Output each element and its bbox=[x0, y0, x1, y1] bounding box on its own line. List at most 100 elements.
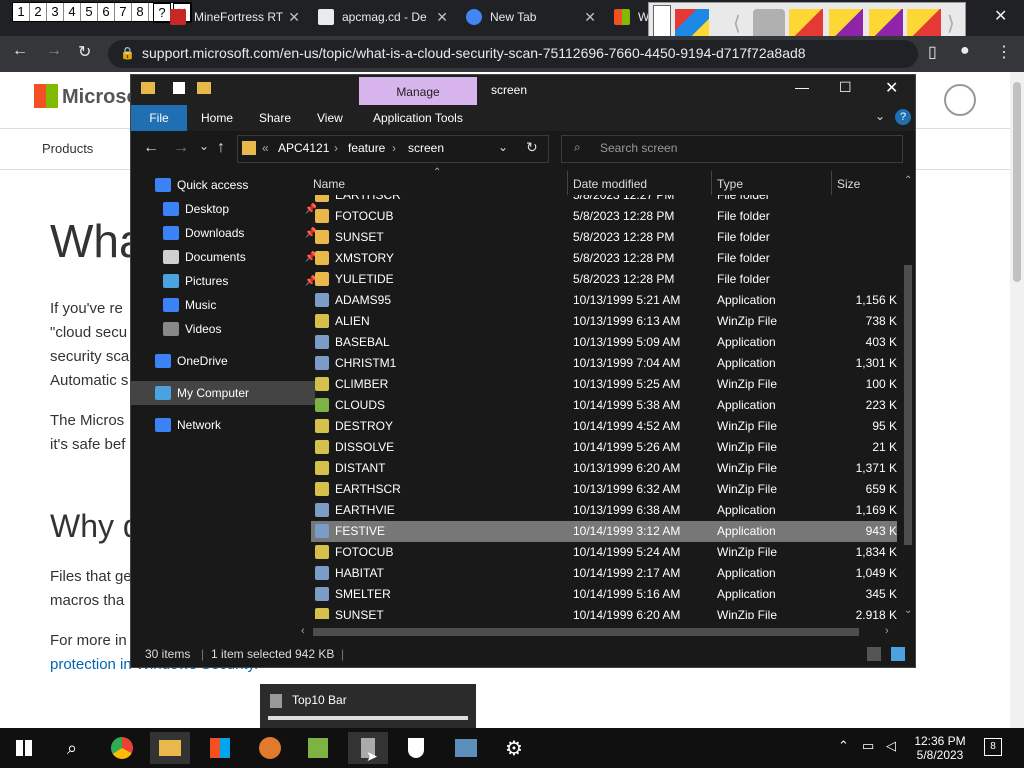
settings-taskbar-button[interactable]: ⚙ bbox=[494, 732, 534, 764]
close-tab-icon[interactable]: ✕ bbox=[436, 9, 448, 26]
file-row[interactable]: YULETIDE 5/8/2023 12:28 PM File folder bbox=[311, 269, 897, 290]
file-row[interactable]: FESTIVE 10/14/1999 3:12 AM Application 943 … bbox=[311, 521, 897, 542]
lock-icon[interactable]: 🔒 bbox=[120, 46, 135, 60]
help-icon[interactable]: ? bbox=[895, 109, 911, 125]
notifications-icon[interactable]: 8 bbox=[984, 738, 1002, 756]
vertical-scrollbar[interactable]: ⌃ ⌄ bbox=[901, 175, 913, 621]
file-row[interactable]: CLOUDS 10/14/1999 5:38 AM Application 223 K bbox=[311, 395, 897, 416]
profile-icon[interactable]: ● bbox=[960, 42, 970, 60]
security-taskbar-button[interactable] bbox=[396, 732, 436, 764]
number-button[interactable]: 7 bbox=[115, 3, 132, 21]
new-folder-icon[interactable] bbox=[197, 82, 211, 94]
file-explorer-taskbar-button[interactable] bbox=[150, 732, 190, 764]
scroll-thumb[interactable] bbox=[313, 628, 859, 636]
nav-item[interactable]: Network bbox=[131, 413, 315, 437]
column-header-date[interactable]: Date modified bbox=[573, 177, 647, 191]
column-header-name[interactable]: Name bbox=[313, 177, 345, 191]
properties-icon[interactable] bbox=[173, 82, 185, 94]
number-button[interactable]: 4 bbox=[64, 3, 81, 21]
file-row[interactable]: ADAMS95 10/13/1999 5:21 AM Application 1,15… bbox=[311, 290, 897, 311]
nav-item[interactable]: Music bbox=[131, 293, 323, 317]
arrow-right-icon[interactable]: ⟩ bbox=[947, 11, 955, 36]
reload-icon[interactable]: ↻ bbox=[78, 42, 91, 62]
nav-item[interactable]: Quick access bbox=[131, 173, 315, 197]
nav-item[interactable]: Videos bbox=[131, 317, 323, 341]
tab-view[interactable]: View bbox=[317, 111, 343, 125]
address-bar[interactable]: « APC4121 › feature › screen ⌄ ↻ bbox=[237, 135, 549, 163]
nav-item[interactable]: Pictures 📌 bbox=[131, 269, 323, 293]
address-crumb[interactable]: feature bbox=[348, 141, 385, 155]
tab-application-tools[interactable]: Application Tools bbox=[373, 111, 463, 125]
sidebar-icon[interactable]: ▯ bbox=[928, 42, 937, 62]
products-menu[interactable]: Products bbox=[42, 141, 93, 156]
expand-ribbon-icon[interactable]: ⌄ bbox=[875, 109, 885, 123]
nav-item[interactable]: OneDrive bbox=[131, 349, 315, 373]
app2-taskbar-button[interactable] bbox=[446, 732, 486, 764]
column-divider[interactable] bbox=[831, 171, 832, 195]
forward-button[interactable]: → bbox=[173, 139, 189, 157]
scroll-left-icon[interactable]: ‹ bbox=[301, 625, 305, 637]
tab-share[interactable]: Share bbox=[259, 111, 291, 125]
page-scrollbar[interactable] bbox=[1010, 72, 1024, 728]
recent-locations-icon[interactable]: ⌄ bbox=[199, 139, 209, 153]
address-crumb[interactable]: screen bbox=[408, 141, 444, 155]
file-row[interactable]: CHRISTM1 10/13/1999 7:04 AM Application 1,3… bbox=[311, 353, 897, 374]
file-row[interactable]: SUNSET 10/14/1999 6:20 AM WinZip File 2,918… bbox=[311, 605, 897, 619]
file-row[interactable]: EARTHVIE 10/13/1999 6:38 AM Application 1,1… bbox=[311, 500, 897, 521]
minimize-button[interactable]: — bbox=[795, 79, 809, 95]
horizontal-scrollbar[interactable]: ‹ › bbox=[297, 625, 901, 639]
scroll-right-icon[interactable]: › bbox=[885, 625, 889, 637]
store-taskbar-button[interactable] bbox=[200, 732, 240, 764]
column-divider[interactable] bbox=[567, 171, 568, 195]
maximize-button[interactable]: ☐ bbox=[839, 79, 852, 96]
number-button[interactable]: 6 bbox=[98, 3, 115, 21]
file-row[interactable]: FOTOCUB 5/8/2023 12:28 PM File folder bbox=[311, 206, 897, 227]
address-crumb[interactable]: APC4121 bbox=[278, 141, 329, 155]
file-row[interactable]: DISTANT 10/13/1999 6:20 AM WinZip File 1,37… bbox=[311, 458, 897, 479]
number-button[interactable]: 8 bbox=[132, 3, 149, 21]
tab-apcmag[interactable]: apcmag.cd - De ✕ bbox=[318, 0, 458, 34]
number-button[interactable]: 3 bbox=[47, 3, 64, 21]
column-header-size[interactable]: Size bbox=[837, 177, 860, 191]
scroll-thumb[interactable] bbox=[1013, 82, 1021, 282]
clock[interactable]: 12:36 PM 5/8/2023 bbox=[912, 734, 968, 762]
url-text[interactable]: support.microsoft.com/en-us/topic/what-i… bbox=[142, 45, 806, 61]
close-tab-icon[interactable]: ✕ bbox=[584, 9, 596, 26]
start-button[interactable] bbox=[4, 732, 44, 764]
up-button[interactable]: ↑ bbox=[217, 139, 225, 157]
file-row[interactable]: SMELTER 10/14/1999 5:16 AM Application 345 … bbox=[311, 584, 897, 605]
chrome-taskbar-button[interactable] bbox=[102, 732, 142, 764]
back-arrow-icon[interactable]: ← bbox=[12, 42, 28, 60]
scroll-up-icon[interactable]: ⌃ bbox=[904, 175, 912, 186]
back-button[interactable]: ← bbox=[143, 139, 159, 157]
search-box[interactable]: ⌕ Search screen bbox=[561, 135, 903, 163]
file-row[interactable]: HABITAT 10/14/1999 2:17 AM Application 1,04… bbox=[311, 563, 897, 584]
file-row[interactable]: FOTOCUB 10/14/1999 5:24 AM WinZip File 1,83… bbox=[311, 542, 897, 563]
nav-item[interactable]: My Computer bbox=[131, 381, 315, 405]
menu-icon[interactable]: ⋮ bbox=[996, 42, 1012, 62]
number-button[interactable]: 5 bbox=[81, 3, 98, 21]
number-button[interactable]: 1 bbox=[13, 3, 30, 21]
refresh-icon[interactable]: ↻ bbox=[526, 139, 538, 156]
tab-minefortress[interactable]: MineFortress RT ✕ bbox=[170, 0, 310, 34]
app-taskbar-button[interactable] bbox=[250, 732, 290, 764]
address-overflow[interactable]: « bbox=[262, 141, 269, 155]
close-button[interactable]: ✕ bbox=[885, 78, 898, 98]
tab-home[interactable]: Home bbox=[201, 111, 233, 125]
details-view-icon[interactable] bbox=[867, 647, 881, 661]
manage-context-tab[interactable]: Manage bbox=[359, 77, 477, 107]
arrow-left-icon[interactable]: ⟨ bbox=[733, 11, 741, 36]
number-button[interactable]: ? bbox=[153, 3, 171, 23]
nav-item[interactable]: Downloads 📌 bbox=[131, 221, 323, 245]
file-row[interactable]: SUNSET 5/8/2023 12:28 PM File folder bbox=[311, 227, 897, 248]
file-row[interactable]: BASEBAL 10/13/1999 5:09 AM Application 403 … bbox=[311, 332, 897, 353]
network-icon[interactable]: ▭ bbox=[862, 738, 874, 754]
tray-overflow-icon[interactable]: ⌃ bbox=[838, 738, 849, 754]
file-row[interactable]: ALIEN 10/13/1999 6:13 AM WinZip File 738 K bbox=[311, 311, 897, 332]
column-header-type[interactable]: Type bbox=[717, 177, 743, 191]
file-row[interactable]: EARTHSCR 5/8/2023 12:27 PM File folder bbox=[311, 195, 897, 206]
tab-new-tab[interactable]: New Tab ✕ bbox=[466, 0, 606, 34]
account-icon[interactable] bbox=[944, 84, 976, 116]
forward-arrow-icon[interactable]: → bbox=[46, 42, 62, 60]
window-close-button[interactable]: ✕ bbox=[994, 6, 1007, 26]
